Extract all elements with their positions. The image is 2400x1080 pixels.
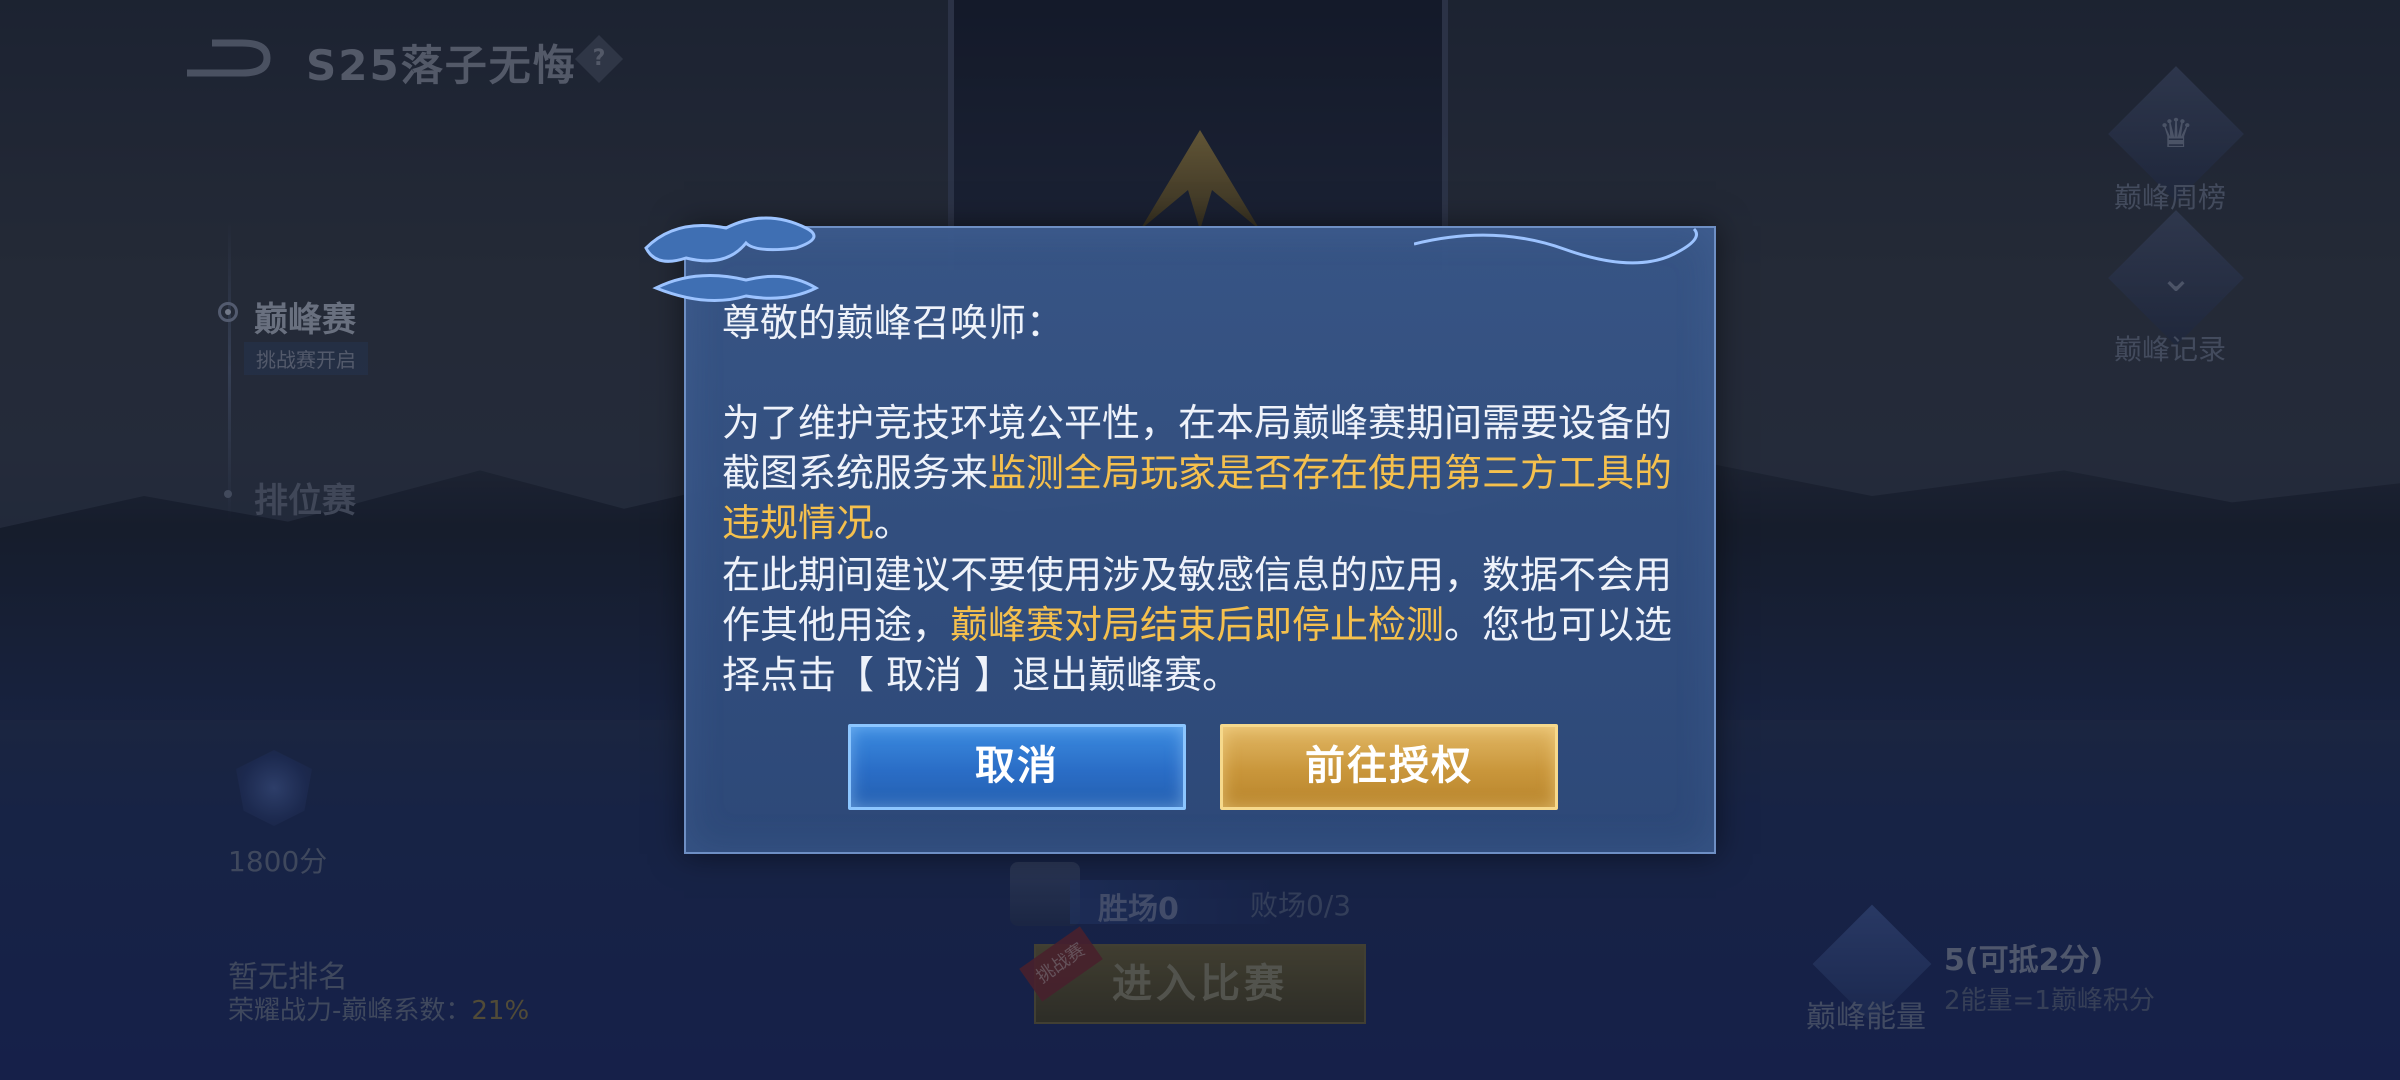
paragraph-2-highlight: 巅峰赛对局结束后即停止检测: [950, 603, 1445, 647]
authorize-button[interactable]: 前往授权: [1220, 724, 1558, 810]
dialog-paragraph-2: 在此期间建议不要使用涉及敏感信息的应用，数据不会用作其他用途，巅峰赛对局结束后即…: [722, 550, 1678, 700]
paragraph-1-text-b: 。: [874, 501, 913, 545]
authorization-dialog: 尊敬的巅峰召唤师： 为了维护竞技环境公平性，在本局巅峰赛期间需要设备的截图系统服…: [644, 216, 1716, 854]
cancel-button[interactable]: 取消: [848, 724, 1186, 810]
dialog-salutation: 尊敬的巅峰召唤师：: [722, 301, 1065, 345]
dialog-paragraph-1: 为了维护竞技环境公平性，在本局巅峰赛期间需要设备的截图系统服务来监测全局玩家是否…: [722, 398, 1678, 548]
swirl-ornament-icon: [1414, 227, 1698, 265]
